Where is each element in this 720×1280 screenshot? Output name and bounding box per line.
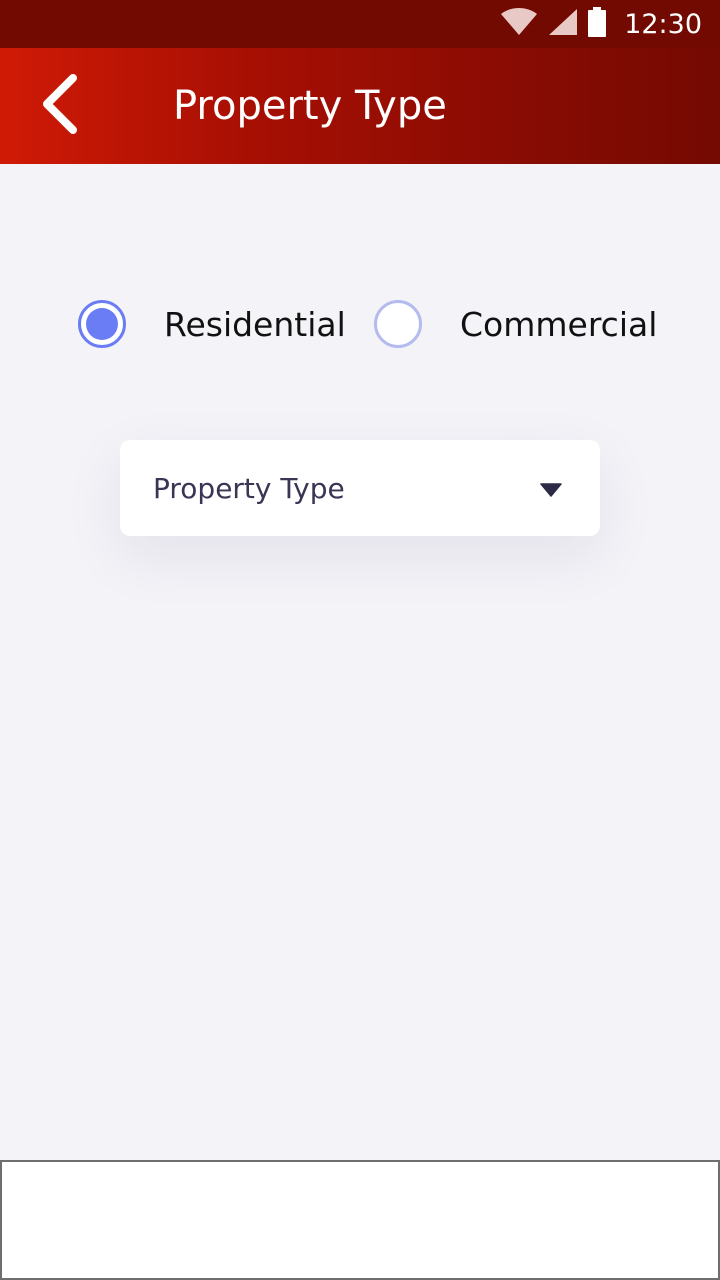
status-icons: 12:30	[500, 7, 702, 41]
bottom-panel	[0, 1160, 720, 1280]
caret-down-icon	[540, 482, 562, 501]
radio-button-residential[interactable]	[78, 300, 126, 348]
app-bar: Property Type	[0, 48, 720, 164]
chevron-left-icon	[35, 72, 85, 140]
property-type-dropdown[interactable]: Property Type	[120, 440, 600, 536]
radio-selected-dot	[86, 308, 118, 340]
status-bar: 12:30	[0, 0, 720, 48]
battery-icon	[588, 7, 607, 41]
back-button[interactable]	[30, 74, 90, 136]
radio-option-residential[interactable]: Residential	[78, 300, 346, 348]
radio-label-commercial: Commercial	[460, 304, 658, 344]
property-category-radio-group: Residential Commercial	[78, 300, 678, 350]
status-time: 12:30	[624, 8, 702, 40]
radio-button-commercial[interactable]	[374, 300, 422, 348]
page-title: Property Type	[173, 83, 447, 129]
dropdown-selected-value: Property Type	[153, 471, 345, 505]
radio-option-commercial[interactable]: Commercial	[374, 300, 657, 348]
wifi-icon	[500, 8, 538, 40]
cellular-signal-icon	[548, 8, 578, 40]
radio-label-residential: Residential	[164, 304, 346, 344]
